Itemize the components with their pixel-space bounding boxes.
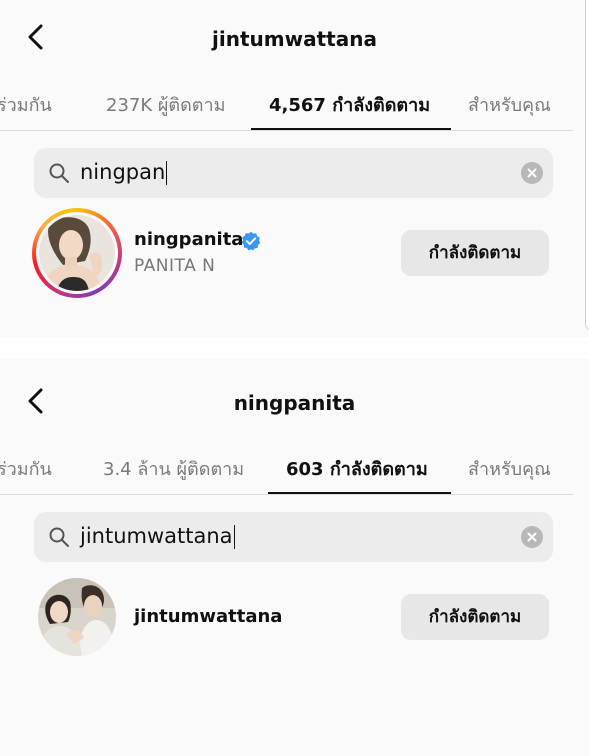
search-field[interactable]: ningpan (34, 148, 553, 198)
clear-search-button[interactable] (521, 162, 543, 184)
verified-badge-icon (241, 231, 261, 251)
search-icon (49, 527, 69, 547)
following-screen-ningpanita: ningpanita ร่วมกัน 3.4 ล้าน ผู้ติดตาม 60… (0, 358, 589, 756)
tabs-divider (0, 130, 573, 131)
tab-followers[interactable]: 237K ผู้ติดตาม (106, 90, 225, 119)
following-button[interactable]: กำลังติดตาม (401, 230, 549, 276)
search-value: jintumwattana (80, 524, 233, 548)
edge-divider (585, 0, 589, 329)
avatar (39, 215, 115, 291)
search-field[interactable]: jintumwattana (34, 512, 553, 562)
tab-for-you[interactable]: สำหรับคุณ (468, 454, 551, 483)
story-ring[interactable] (32, 208, 122, 298)
avatar[interactable] (38, 578, 116, 656)
search-input[interactable]: ningpan (80, 160, 168, 185)
page-title: jintumwattana (212, 27, 377, 51)
tab-followers[interactable]: 3.4 ล้าน ผู้ติดตาม (103, 454, 244, 483)
tabs-divider (0, 494, 573, 495)
clear-icon (527, 168, 537, 178)
tab-for-you[interactable]: สำหรับคุณ (468, 90, 551, 119)
following-button[interactable]: กำลังติดตาม (401, 594, 549, 640)
result-full-name: PANITA N (134, 256, 216, 276)
clear-search-button[interactable] (521, 526, 543, 548)
text-caret (166, 161, 168, 185)
tab-mutual[interactable]: ร่วมกัน (0, 454, 52, 483)
clear-icon (527, 532, 537, 542)
search-icon (49, 163, 69, 183)
following-screen-jintumwattana: jintumwattana ร่วมกัน 237K ผู้ติดตาม 4,5… (0, 0, 589, 338)
tab-following[interactable]: 4,567 กำลังติดตาม (269, 90, 430, 119)
tab-following[interactable]: 603 กำลังติดตาม (286, 454, 428, 483)
result-username[interactable]: jintumwattana (134, 606, 282, 627)
page-title: ningpanita (233, 391, 356, 415)
tab-mutual[interactable]: ร่วมกัน (0, 90, 52, 119)
result-username[interactable]: ningpanita (134, 229, 243, 250)
search-value: ningpan (80, 160, 166, 184)
search-input[interactable]: jintumwattana (80, 524, 235, 549)
panel-gap (0, 338, 589, 358)
text-caret (233, 525, 235, 549)
